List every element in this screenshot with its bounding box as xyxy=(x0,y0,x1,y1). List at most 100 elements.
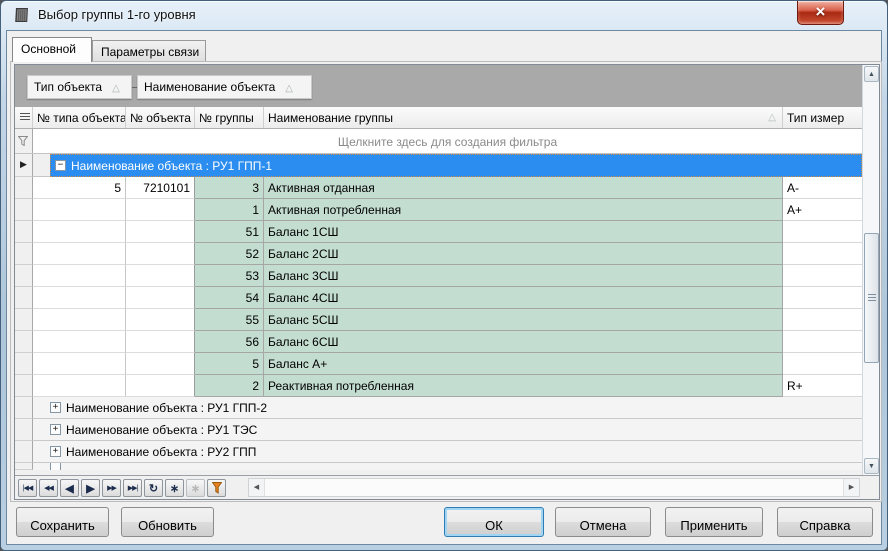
filter-prompt[interactable]: Щелкните здесь для создания фильтра xyxy=(33,129,862,153)
cell-meas-type[interactable] xyxy=(783,353,862,375)
cell-group-no[interactable]: 53 xyxy=(195,265,264,287)
table-row[interactable]: 572101013Активная отданнаяA- xyxy=(15,177,862,199)
cell-group-no[interactable]: 51 xyxy=(195,221,264,243)
table-row[interactable]: 54Баланс 4СШ xyxy=(15,287,862,309)
nav-first[interactable]: |◀◀ xyxy=(18,479,37,497)
cell-object-no[interactable] xyxy=(126,221,195,243)
scroll-right-icon[interactable]: ▶ xyxy=(843,479,859,496)
cell-group-name[interactable]: Активная отданная xyxy=(264,177,783,199)
cell-meas-type[interactable] xyxy=(783,331,862,353)
cell-group-name[interactable]: Баланс 5СШ xyxy=(264,309,783,331)
expand-icon[interactable]: + xyxy=(50,446,61,457)
table-row[interactable]: 56Баланс 6СШ xyxy=(15,331,862,353)
scroll-up-icon[interactable]: ▲ xyxy=(864,66,879,82)
auto-filter-row[interactable]: Щелкните здесь для создания фильтра xyxy=(15,129,862,154)
collapse-icon[interactable]: − xyxy=(55,160,66,171)
cell-group-no[interactable]: 55 xyxy=(195,309,264,331)
group-header-bar[interactable]: +Наименование объекта : РУ2 ГПП xyxy=(33,441,862,463)
vertical-scrollbar[interactable]: ▲ ▼ xyxy=(862,65,879,475)
cell-group-name[interactable]: Баланс А+ xyxy=(264,353,783,375)
cell-group-name[interactable]: Баланс 3СШ xyxy=(264,265,783,287)
cell-type-no[interactable] xyxy=(33,265,126,287)
table-row[interactable]: 55Баланс 5СШ xyxy=(15,309,862,331)
group-field-object-name[interactable]: Наименование объекта△ xyxy=(137,75,312,99)
table-row[interactable]: 5Баланс А+ xyxy=(15,353,862,375)
cell-group-no[interactable]: 1 xyxy=(195,199,264,221)
expand-icon[interactable] xyxy=(50,463,61,470)
cell-meas-type[interactable]: R+ xyxy=(783,375,862,397)
cell-type-no[interactable] xyxy=(33,199,126,221)
tab-main[interactable]: Основной xyxy=(12,37,92,62)
cancel-button[interactable]: Отмена xyxy=(555,507,651,537)
cell-object-no[interactable] xyxy=(126,309,195,331)
cell-group-name[interactable]: Баланс 6СШ xyxy=(264,331,783,353)
group-row-selected[interactable]: ▶−Наименование объекта : РУ1 ГПП-1 xyxy=(15,154,862,177)
group-field-object-type[interactable]: Тип объекта△ xyxy=(27,75,132,99)
nav-next-page[interactable]: ▶▶ xyxy=(102,479,121,497)
group-header-bar[interactable] xyxy=(33,463,862,470)
vertical-scroll-thumb[interactable] xyxy=(864,233,879,363)
cell-type-no[interactable] xyxy=(33,353,126,375)
cell-type-no[interactable] xyxy=(33,243,126,265)
nav-next[interactable]: ▶ xyxy=(81,479,100,497)
expand-icon[interactable]: + xyxy=(50,424,61,435)
nav-last[interactable]: ▶▶| xyxy=(123,479,142,497)
cell-type-no[interactable] xyxy=(33,331,126,353)
group-header-bar[interactable]: −Наименование объекта : РУ1 ГПП-1 xyxy=(50,154,862,177)
nav-insert[interactable]: ∗ xyxy=(165,479,184,497)
cell-type-no[interactable] xyxy=(33,287,126,309)
column-header-type-no[interactable]: № типа объекта xyxy=(33,107,126,128)
table-row[interactable]: 52Баланс 2СШ xyxy=(15,243,862,265)
scroll-left-icon[interactable]: ◀ xyxy=(249,479,265,496)
group-header-bar[interactable]: +Наименование объекта : РУ1 ГПП-2 xyxy=(33,397,862,419)
table-row[interactable]: 2Реактивная потребленнаяR+ xyxy=(15,375,862,397)
group-header-bar[interactable]: +Наименование объекта : РУ1 ТЭС xyxy=(33,419,862,441)
cell-type-no[interactable] xyxy=(33,221,126,243)
nav-prev[interactable]: ◀ xyxy=(60,479,79,497)
cell-meas-type[interactable]: A- xyxy=(783,177,862,199)
table-row[interactable]: 53Баланс 3СШ xyxy=(15,265,862,287)
nav-filter[interactable] xyxy=(207,479,226,497)
cell-group-name[interactable]: Активная потребленная xyxy=(264,199,783,221)
nav-refresh[interactable]: ↻ xyxy=(144,479,163,497)
apply-button[interactable]: Применить xyxy=(665,507,763,537)
cell-group-name[interactable]: Баланс 4СШ xyxy=(264,287,783,309)
group-row-partial[interactable] xyxy=(15,463,862,470)
cell-object-no[interactable]: 7210101 xyxy=(126,177,195,199)
cell-object-no[interactable] xyxy=(126,331,195,353)
cell-meas-type[interactable] xyxy=(783,287,862,309)
column-header-object-no[interactable]: № объекта xyxy=(126,107,195,128)
cell-group-no[interactable]: 3 xyxy=(195,177,264,199)
group-row-collapsed[interactable]: +Наименование объекта : РУ1 ТЭС xyxy=(15,419,862,441)
cell-group-no[interactable]: 5 xyxy=(195,353,264,375)
cell-group-name[interactable]: Баланс 2СШ xyxy=(264,243,783,265)
table-row[interactable]: 1Активная потребленнаяA+ xyxy=(15,199,862,221)
titlebar[interactable]: Выбор группы 1-го уровня × xyxy=(1,1,887,30)
expand-icon[interactable]: + xyxy=(50,402,61,413)
table-row[interactable]: 51Баланс 1СШ xyxy=(15,221,862,243)
column-header-group-name[interactable]: Наименование группы △ xyxy=(264,107,783,128)
ok-button[interactable]: ОК xyxy=(444,507,544,537)
cell-object-no[interactable] xyxy=(126,199,195,221)
cell-type-no[interactable] xyxy=(33,309,126,331)
help-button[interactable]: Справка xyxy=(777,507,873,537)
cell-meas-type[interactable]: A+ xyxy=(783,199,862,221)
header-indicator-cell[interactable] xyxy=(15,107,33,128)
scroll-down-icon[interactable]: ▼ xyxy=(864,458,879,474)
close-button[interactable]: × xyxy=(797,1,844,25)
tab-connection-params[interactable]: Параметры связи xyxy=(92,40,206,62)
nav-insert-child[interactable]: ∗ xyxy=(186,479,205,497)
cell-type-no[interactable] xyxy=(33,375,126,397)
cell-meas-type[interactable] xyxy=(783,243,862,265)
refresh-button[interactable]: Обновить xyxy=(121,507,214,537)
cell-meas-type[interactable] xyxy=(783,309,862,331)
cell-object-no[interactable] xyxy=(126,353,195,375)
cell-group-no[interactable]: 56 xyxy=(195,331,264,353)
column-header-meas-type[interactable]: Тип измер xyxy=(783,107,862,128)
save-button[interactable]: Сохранить xyxy=(16,507,109,537)
group-row-collapsed[interactable]: +Наименование объекта : РУ2 ГПП xyxy=(15,441,862,463)
column-header-group-no[interactable]: № группы xyxy=(195,107,264,128)
cell-meas-type[interactable] xyxy=(783,265,862,287)
horizontal-scrollbar[interactable]: ◀ ▶ xyxy=(248,478,860,497)
cell-group-name[interactable]: Баланс 1СШ xyxy=(264,221,783,243)
